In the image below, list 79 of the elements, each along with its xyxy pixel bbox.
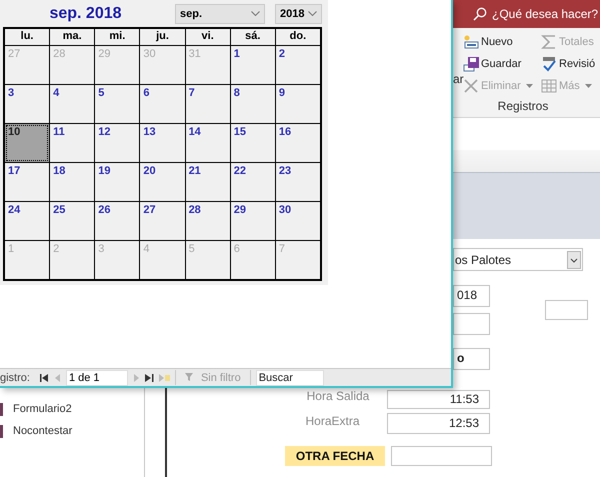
- day-cell[interactable]: 15: [230, 124, 275, 162]
- day-cell[interactable]: 2: [276, 46, 320, 84]
- day-cell[interactable]: 26: [95, 202, 140, 240]
- last-record-icon: [144, 374, 154, 382]
- ribbon-group-label: Registros: [496, 99, 550, 113]
- day-cell[interactable]: 18: [50, 163, 94, 201]
- chevron-down-icon: [251, 11, 260, 16]
- day-cell[interactable]: 25: [50, 202, 94, 240]
- text-field[interactable]: o: [453, 348, 490, 370]
- text-field[interactable]: 12:53: [387, 413, 490, 434]
- weekday-header: ma.: [50, 29, 94, 45]
- search-field[interactable]: Buscar: [256, 370, 324, 386]
- day-cell[interactable]: 27: [140, 202, 185, 240]
- weekday-header: mi.: [95, 29, 140, 45]
- day-cell[interactable]: 13: [140, 124, 185, 162]
- table-icon: [541, 78, 557, 94]
- day-cell[interactable]: 5: [95, 85, 140, 123]
- day-cell[interactable]: 28: [186, 202, 230, 240]
- dropdown-caret-icon: [584, 84, 592, 88]
- record-label: gistro:: [0, 372, 30, 384]
- ribbon-label: ar: [453, 72, 464, 86]
- sigma-icon: [541, 34, 557, 50]
- field-label: Hora Salida: [306, 389, 370, 403]
- new-record-icon: [463, 34, 479, 50]
- dropdown[interactable]: sep.: [175, 4, 265, 24]
- text-field[interactable]: 11:53: [387, 390, 490, 409]
- text-field[interactable]: [391, 446, 492, 466]
- day-cell[interactable]: 20: [140, 163, 185, 201]
- text-field[interactable]: [545, 300, 588, 320]
- filter-icon: [184, 373, 195, 382]
- next-record-icon: [132, 374, 140, 382]
- day-cell[interactable]: 8: [230, 85, 275, 123]
- day-cell[interactable]: 29: [230, 202, 275, 240]
- delete-icon: [463, 78, 479, 94]
- ribbon-button[interactable]: Revisió: [541, 55, 599, 73]
- spelling-check-icon: [541, 56, 557, 72]
- ribbon-button[interactable]: Guardar: [463, 55, 541, 73]
- day-cell[interactable]: 24: [5, 202, 50, 240]
- text-field[interactable]: [453, 313, 490, 335]
- weekday-header: lu.: [5, 29, 50, 45]
- weekday-header: do.: [276, 29, 320, 45]
- day-cell[interactable]: 14: [186, 124, 230, 162]
- weekday-header: vi.: [186, 29, 230, 45]
- day-cell[interactable]: 19: [95, 163, 140, 201]
- day-cell[interactable]: 17: [5, 163, 50, 201]
- ribbon-button[interactable]: Nuevo: [463, 33, 541, 51]
- field-label: OTRA FECHA: [285, 446, 385, 466]
- navigation-item[interactable]: Formulario2: [0, 398, 144, 420]
- day-cell[interactable]: 12: [95, 124, 140, 162]
- day-cell[interactable]: 23: [276, 163, 320, 201]
- day-cell[interactable]: 4: [50, 85, 94, 123]
- new-record-icon: [158, 374, 170, 382]
- day-cell[interactable]: 16: [276, 124, 320, 162]
- day-cell[interactable]: 1: [230, 46, 275, 84]
- day-cell[interactable]: 7: [186, 85, 230, 123]
- record-position-field[interactable]: 1 de 1: [66, 370, 128, 386]
- save-icon: [463, 56, 479, 72]
- weekday-header: ju.: [140, 29, 185, 45]
- day-cell[interactable]: 11: [50, 124, 94, 162]
- text-field[interactable]: 018: [453, 285, 490, 307]
- navigation-item[interactable]: Nocontestar: [0, 420, 144, 442]
- weekday-header: sá.: [230, 29, 275, 45]
- day-cell[interactable]: 10: [5, 124, 50, 162]
- first-record-icon: [40, 374, 49, 382]
- search-icon: [473, 7, 487, 21]
- calendar-title: sep. 2018: [48, 4, 123, 22]
- dropdown[interactable]: 2018: [275, 4, 322, 24]
- combo-box[interactable]: os Palotes: [453, 248, 583, 271]
- day-cell[interactable]: 22: [230, 163, 275, 201]
- day-cell[interactable]: 9: [276, 85, 320, 123]
- day-cell[interactable]: 3: [5, 85, 50, 123]
- previous-record-icon: [54, 374, 61, 382]
- chevron-down-icon: [308, 11, 317, 16]
- day-cell[interactable]: 30: [276, 202, 320, 240]
- dropdown-caret-icon: [526, 84, 533, 88]
- dropdown-icon: [567, 250, 581, 268]
- day-cell[interactable]: 21: [186, 163, 230, 201]
- field-label: HoraExtra: [304, 414, 361, 428]
- day-cell[interactable]: 6: [140, 85, 185, 123]
